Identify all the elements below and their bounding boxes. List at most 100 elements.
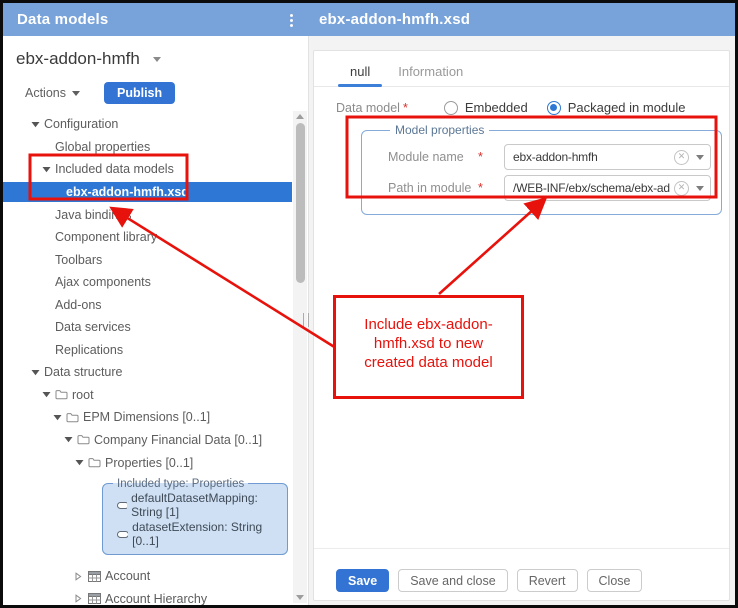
- required-marker: *: [478, 181, 483, 195]
- tree-item-global-properties[interactable]: Global properties: [3, 136, 292, 159]
- included-type-field[interactable]: defaultDatasetMapping: String [1]: [117, 491, 281, 520]
- model-title: ebx-addon-hmfh: [16, 49, 140, 68]
- radio-embedded[interactable]: Embedded: [443, 100, 528, 115]
- tree-item-account[interactable]: Account: [3, 565, 292, 588]
- included-type-field-label: datasetExtension: String [0..1]: [132, 519, 263, 549]
- field-pill-icon: [117, 530, 129, 538]
- tree-item-label: Global properties: [55, 139, 151, 154]
- tree-item-replications[interactable]: Replications: [3, 339, 292, 362]
- tree-item-properties-0-1[interactable]: Properties [0..1]: [3, 451, 292, 474]
- model-properties-fieldset: Model properties Module name * ebx-addon-h…: [361, 123, 722, 215]
- fieldset-legend: Model properties: [395, 123, 485, 137]
- tab-information[interactable]: Information: [384, 59, 477, 86]
- actions-label: Actions: [25, 86, 66, 100]
- tree-item-add-ons[interactable]: Add-ons: [3, 293, 292, 316]
- chevron-down-icon: [72, 90, 80, 96]
- tree-item-label: Account Hierarchy: [105, 591, 208, 605]
- tree-item-label: Properties [0..1]: [105, 455, 194, 470]
- included-type-field[interactable]: datasetExtension: String [0..1]: [117, 520, 281, 549]
- toggle-expanded-icon[interactable]: [53, 414, 62, 421]
- radio-label: Packaged in module: [567, 100, 686, 115]
- toggle-expanded-icon[interactable]: [64, 436, 73, 443]
- tree-item-account-hierarchy[interactable]: Account Hierarchy: [3, 587, 292, 605]
- form-row-module-name: Module name * ebx-addon-hmfh ✕: [388, 144, 711, 170]
- tree-item-configuration[interactable]: Configuration: [3, 113, 292, 136]
- required-marker: *: [402, 100, 408, 115]
- radio-selected-icon[interactable]: [546, 100, 561, 115]
- tree-item-data-structure[interactable]: Data structure: [3, 361, 292, 384]
- tree-item-label: Configuration: [44, 117, 119, 132]
- clear-circle-icon[interactable]: ✕: [674, 180, 689, 196]
- tree-item-included-data-models[interactable]: Included data models: [3, 158, 292, 181]
- annotation-note: Include ebx-addon-hmfh.xsd to new create…: [333, 295, 524, 399]
- tree-item-label: Toolbars: [55, 252, 103, 267]
- included-type-box: Included type: Properties defaultDatasetM…: [102, 477, 288, 555]
- tree-item-epm-dimensions-0-1[interactable]: EPM Dimensions [0..1]: [3, 406, 292, 429]
- toggle-expanded-icon[interactable]: [31, 369, 40, 376]
- tree-item-ebx-addon-hmfh-xsd[interactable]: ebx-addon-hmfh.xsd: [3, 181, 292, 202]
- sidebar: ebx-addon-hmfh Actions Publish Configura…: [3, 36, 309, 605]
- included-type-field-label: defaultDatasetMapping: String [1]: [131, 490, 258, 520]
- tree-item-label: Replications: [55, 342, 124, 357]
- tree-item-label: Ajax components: [55, 275, 151, 290]
- save-and-close-button[interactable]: Save and close: [398, 569, 508, 592]
- radio-label: Embedded: [464, 100, 528, 115]
- table-icon: [88, 593, 101, 605]
- tab-null[interactable]: null: [336, 59, 384, 87]
- module-name-combobox[interactable]: ebx-addon-hmfh ✕: [504, 144, 711, 170]
- toggle-expanded-icon[interactable]: [31, 121, 40, 128]
- app-window: Data models ebx-addon-hmfh.xsd ebx-addon…: [0, 0, 738, 608]
- field-pill-icon: [117, 501, 128, 509]
- document-title: ebx-addon-hmfh.xsd: [319, 11, 471, 28]
- combobox-value: /WEB-INF/ebx/schema/ebx-addon-hr: [513, 181, 670, 195]
- page-title: Data models: [17, 11, 109, 28]
- footer-button-bar: Save Save and close Revert Close: [336, 569, 643, 592]
- tree-item-label: Company Financial Data [0..1]: [94, 432, 263, 447]
- form-row-path-in-module: Path in module * /WEB-INF/ebx/schema/ebx-a…: [388, 175, 711, 201]
- data-model-label: Data model: [336, 100, 400, 115]
- tree-item-component-library[interactable]: Component library: [3, 226, 292, 249]
- dropdown-caret-icon[interactable]: [696, 154, 704, 160]
- toggle-expanded-icon[interactable]: [42, 391, 51, 398]
- field-label: Module name: [388, 150, 464, 164]
- scroll-up-arrow-icon[interactable]: [296, 114, 304, 119]
- chevron-down-icon[interactable]: [152, 56, 161, 62]
- scroll-down-arrow-icon[interactable]: [296, 595, 304, 600]
- toggle-collapsed-icon[interactable]: [75, 594, 82, 603]
- tree-item-label: Add-ons: [55, 297, 102, 312]
- folder-icon: [77, 435, 90, 445]
- dropdown-caret-icon[interactable]: [696, 185, 704, 191]
- toggle-expanded-icon[interactable]: [42, 166, 51, 173]
- tree-item-label: Data structure: [44, 365, 123, 380]
- tree-item-java-bindings[interactable]: Java bindings: [3, 203, 292, 226]
- sidebar-scrollbar[interactable]: [293, 111, 307, 603]
- tree-item-toolbars[interactable]: Toolbars: [3, 248, 292, 271]
- field-label: Path in module: [388, 181, 472, 195]
- folder-icon: [55, 390, 68, 400]
- save-button[interactable]: Save: [336, 569, 390, 592]
- publish-button[interactable]: Publish: [104, 82, 176, 104]
- revert-button[interactable]: Revert: [516, 569, 578, 592]
- toggle-expanded-icon[interactable]: [75, 459, 84, 466]
- tab-bar: null Information: [314, 59, 729, 87]
- required-marker: *: [478, 150, 483, 164]
- toggle-collapsed-icon[interactable]: [75, 571, 82, 581]
- actions-menu[interactable]: Actions: [25, 86, 80, 100]
- radio-packaged-in-module[interactable]: Packaged in module: [546, 100, 686, 115]
- tree-item-data-services[interactable]: Data services: [3, 316, 292, 339]
- tree-item-label: ebx-addon-hmfh.xsd: [66, 184, 189, 199]
- folder-icon: [88, 458, 101, 468]
- close-button[interactable]: Close: [586, 569, 643, 592]
- app-header: Data models ebx-addon-hmfh.xsd: [3, 3, 735, 36]
- kebab-menu-icon[interactable]: [283, 11, 299, 29]
- tree-item-company-financial-data-0-1[interactable]: Company Financial Data [0..1]: [3, 429, 292, 452]
- tree-item-label: EPM Dimensions [0..1]: [83, 410, 211, 425]
- radio-unselected-icon[interactable]: [443, 100, 458, 115]
- clear-circle-icon[interactable]: ✕: [674, 149, 689, 165]
- model-title-row[interactable]: ebx-addon-hmfh: [16, 49, 161, 69]
- tree-item-root[interactable]: root: [3, 384, 292, 407]
- path-in-module-combobox[interactable]: /WEB-INF/ebx/schema/ebx-addon-hr ✕: [504, 175, 711, 201]
- tree-item-ajax-components[interactable]: Ajax components: [3, 271, 292, 294]
- scrollbar-thumb[interactable]: [295, 123, 305, 283]
- splitter-grip[interactable]: [303, 313, 309, 327]
